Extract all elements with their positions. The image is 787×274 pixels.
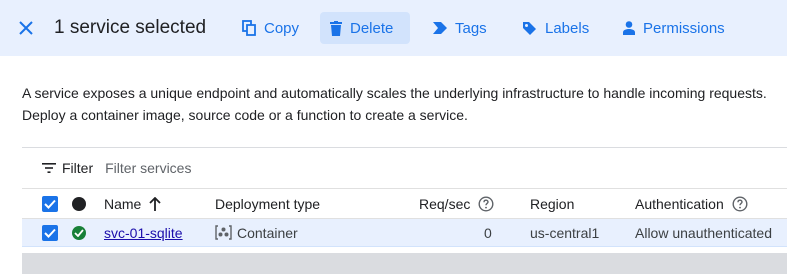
- permissions-label: Permissions: [643, 19, 725, 37]
- table-bottom-scrollbar[interactable]: [22, 253, 787, 274]
- req-sec-header-label: Req/sec: [419, 195, 471, 212]
- deployment-type-column-header[interactable]: Deployment type: [215, 189, 320, 218]
- trash-icon: [330, 20, 342, 36]
- filter-label: Filter: [62, 160, 94, 176]
- authentication-header-label: Authentication: [635, 195, 724, 212]
- select-all-checkbox[interactable]: [42, 195, 58, 212]
- copy-label: Copy: [264, 19, 300, 37]
- help-icon[interactable]: [732, 195, 748, 212]
- copy-button[interactable]: Copy: [232, 12, 309, 44]
- selection-count-title: 1 service selected: [54, 17, 207, 38]
- check-icon: [44, 228, 56, 238]
- row-select-checkbox[interactable]: [42, 224, 58, 241]
- tags-label: Tags: [455, 19, 487, 37]
- filter-services-input[interactable]: [105, 160, 406, 176]
- req-sec-column-header[interactable]: Req/sec: [419, 189, 494, 218]
- status-column-icon: [72, 196, 86, 211]
- check-icon: [44, 199, 56, 209]
- deployment-type-cell: Container: [215, 219, 298, 246]
- delete-label: Delete: [350, 19, 394, 37]
- labels-button[interactable]: Labels: [512, 12, 599, 44]
- authentication-cell: Allow unauthenticated: [635, 219, 772, 246]
- close-icon: [19, 21, 33, 35]
- copy-icon: [242, 20, 256, 36]
- req-sec-cell: 0: [484, 219, 492, 246]
- authentication-column-header[interactable]: Authentication: [635, 189, 748, 218]
- filter-icon: [42, 163, 56, 173]
- region-value: us-central1: [530, 224, 600, 241]
- region-cell: us-central1: [530, 219, 599, 246]
- table-row[interactable]: svc-01-sqlite Container 0 us-central1 Al…: [22, 219, 787, 247]
- delete-button[interactable]: Delete: [320, 12, 410, 44]
- tags-button[interactable]: Tags: [423, 12, 497, 44]
- service-name-link[interactable]: svc-01-sqlite: [104, 225, 183, 241]
- permissions-button[interactable]: Permissions: [613, 12, 735, 44]
- name-header-label: Name: [104, 195, 142, 212]
- tag-arrow-icon: [433, 22, 447, 34]
- status-ok-icon: [72, 225, 86, 240]
- deployment-type-value: Container: [237, 224, 298, 241]
- person-icon: [623, 21, 635, 35]
- description-line-1: A service exposes a unique endpoint and …: [22, 85, 767, 101]
- authentication-value: Allow unauthenticated: [635, 224, 772, 241]
- description-line-2: Deploy a container image, source code or…: [22, 107, 468, 123]
- selection-action-bar: 1 service selected Copy Delete Tags Labe…: [0, 0, 787, 56]
- region-column-header[interactable]: Region: [530, 189, 574, 218]
- select-all-cell: [42, 189, 58, 218]
- req-sec-value: 0: [484, 224, 492, 241]
- name-column-header[interactable]: Name: [104, 189, 161, 218]
- close-selection-button[interactable]: [14, 16, 38, 40]
- filter-bar: Filter: [22, 148, 787, 188]
- service-name-cell: svc-01-sqlite: [104, 219, 183, 246]
- table-header: Name Deployment type Req/sec Region Auth…: [22, 188, 787, 219]
- status-header-cell: [72, 189, 86, 218]
- sort-ascending-icon[interactable]: [149, 196, 161, 211]
- deployment-type-header-label: Deployment type: [215, 195, 321, 212]
- page-description: A service exposes a unique endpoint and …: [22, 82, 787, 126]
- row-select-cell: [42, 219, 58, 246]
- region-header-label: Region: [530, 195, 575, 212]
- label-icon: [523, 21, 536, 35]
- help-icon[interactable]: [478, 195, 494, 212]
- container-icon: [215, 225, 232, 240]
- row-status-cell: [72, 219, 86, 246]
- labels-label: Labels: [545, 19, 590, 37]
